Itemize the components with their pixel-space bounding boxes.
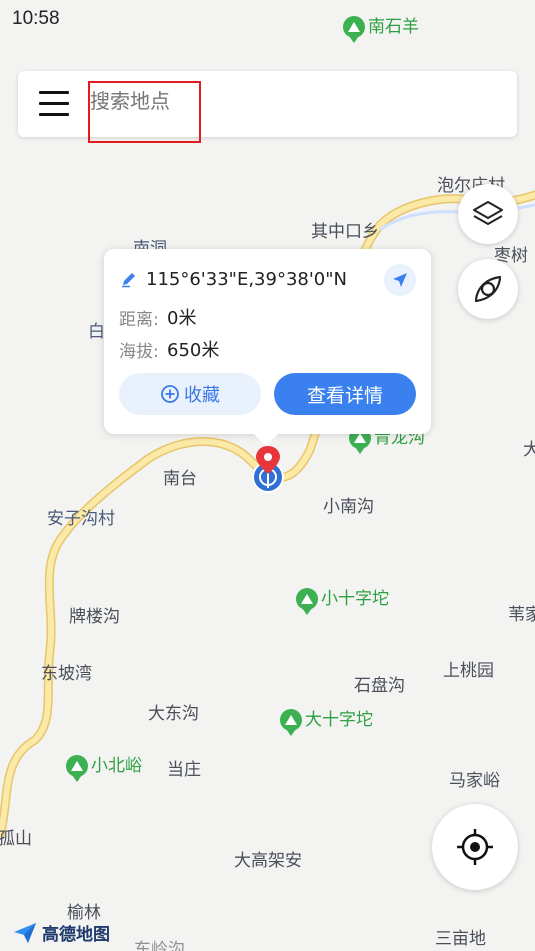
search-bar[interactable] xyxy=(18,71,517,143)
mountain-icon xyxy=(66,755,88,782)
map-label[interactable]: 当庄 xyxy=(167,760,201,780)
map-label[interactable]: 马家峪 xyxy=(449,771,500,791)
edit-icon[interactable] xyxy=(120,270,138,288)
map-label[interactable]: 上桃园 xyxy=(443,661,494,681)
map-label[interactable]: 安子沟村 xyxy=(47,509,115,529)
map-label[interactable]: 东坡湾 xyxy=(41,664,92,684)
navigate-button[interactable] xyxy=(384,264,416,296)
altitude-label: 海拔: xyxy=(119,342,159,362)
map-label[interactable]: 大高架安 xyxy=(234,851,302,871)
poi-marker[interactable]: 大十字坨 xyxy=(280,709,373,736)
view-details-button[interactable]: 查看详情 xyxy=(274,373,416,415)
mountain-icon xyxy=(296,588,318,615)
poi-label: 南石羊 xyxy=(368,17,419,37)
map-label[interactable]: 白 xyxy=(88,322,105,342)
map-label[interactable]: 东岭沟 xyxy=(134,940,185,951)
poi-label: 小北峪 xyxy=(91,756,142,776)
poi-marker[interactable]: 南石羊 xyxy=(343,16,419,43)
view-details-label: 查看详情 xyxy=(306,384,383,407)
map-label[interactable]: 三亩地 xyxy=(435,929,486,949)
locate-icon xyxy=(457,829,493,865)
altitude-value: 650米 xyxy=(167,340,220,361)
navigate-icon xyxy=(393,273,407,287)
location-pin-icon[interactable] xyxy=(250,444,286,494)
menu-icon[interactable] xyxy=(39,91,69,117)
favorite-label: 收藏 xyxy=(184,385,220,406)
distance-value: 0米 xyxy=(167,308,197,329)
distance-label: 距离: xyxy=(119,310,159,330)
locate-button[interactable] xyxy=(432,804,518,890)
compass-button[interactable] xyxy=(458,259,518,319)
map-label[interactable]: 大 xyxy=(523,440,535,460)
map-label[interactable]: 小南沟 xyxy=(323,497,374,517)
favorite-button[interactable]: 收藏 xyxy=(119,373,261,415)
mountain-icon xyxy=(280,709,302,736)
map-label[interactable]: 大东沟 xyxy=(148,704,199,724)
compass-icon xyxy=(474,275,502,303)
add-circle-icon xyxy=(161,385,179,403)
poi-marker[interactable]: 小北峪 xyxy=(66,755,142,782)
search-highlight-box xyxy=(88,81,201,143)
status-time: 10:58 xyxy=(12,8,60,29)
amap-logo: 高德地图 xyxy=(12,920,110,945)
poi-label: 大十字坨 xyxy=(305,710,373,730)
map-label[interactable]: 孤山 xyxy=(0,829,32,849)
logo-text: 高德地图 xyxy=(42,925,110,945)
poi-marker[interactable]: 小十字坨 xyxy=(296,588,389,615)
amap-logo-icon xyxy=(14,922,36,943)
poi-label: 小十字坨 xyxy=(321,589,389,609)
map-label[interactable]: 南台 xyxy=(163,469,197,489)
map-label[interactable]: 其中口乡 xyxy=(311,222,379,242)
map-label[interactable]: 牌楼沟 xyxy=(69,607,120,627)
coordinates-text: 115°6'33"E,39°38'0"N xyxy=(146,269,347,290)
map-label[interactable]: 石盘沟 xyxy=(354,676,405,696)
map-label[interactable]: 苇家 xyxy=(508,605,535,625)
mountain-icon xyxy=(343,16,365,43)
layers-button[interactable] xyxy=(458,184,518,244)
location-info-popup[interactable]: 115°6'33"E,39°38'0"N 距离: 0米 海拔: 650米 收藏 … xyxy=(104,249,431,446)
layers-icon xyxy=(473,201,503,225)
